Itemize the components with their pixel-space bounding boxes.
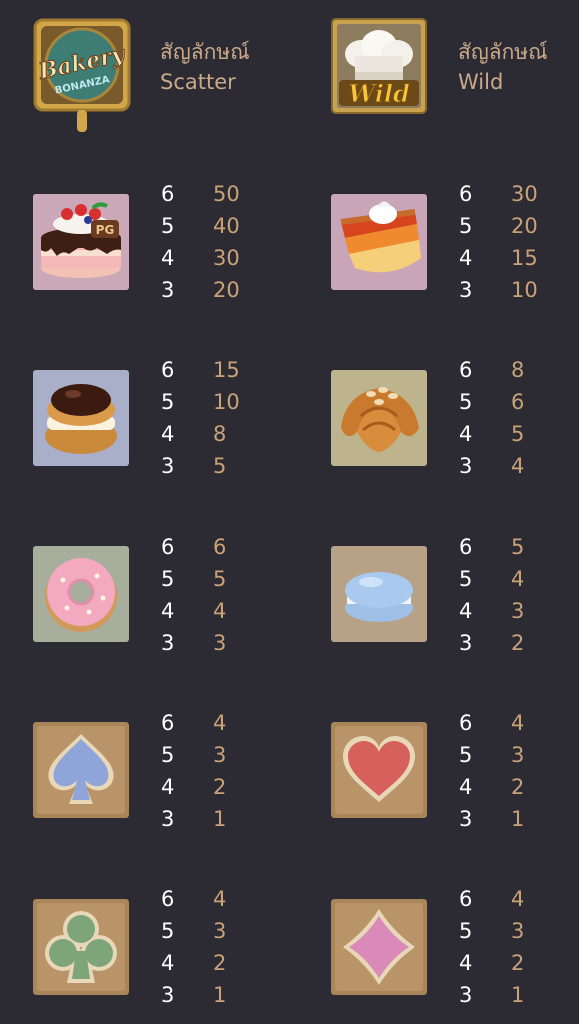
scatter-logo-icon: Bakery BONANZA [33,18,131,136]
scatter-label-th: สัญลักษณ์ [160,40,250,64]
wild-chef-hat-icon: Wild [331,18,427,114]
wild-label-th: สัญลักษณ์ [458,40,548,64]
pie-slice-icon [331,194,427,290]
donut-icon [33,546,129,642]
cream-puff-icon [33,370,129,466]
spade-icon [33,722,129,818]
svg-text:PG: PG [96,223,115,237]
cake-icon: PG [33,194,129,290]
heart-icon [331,722,427,818]
wild-label-en: Wild [458,70,504,94]
macaron-icon [331,546,427,642]
scatter-label: สัญลักษณ์ Scatter [160,37,250,97]
croissant-icon [331,370,427,466]
wild-label: สัญลักษณ์ Wild [458,37,548,97]
diamond-icon [331,899,427,995]
svg-text:Wild: Wild [348,79,410,108]
club-icon [33,899,129,995]
scatter-label-en: Scatter [160,70,236,94]
